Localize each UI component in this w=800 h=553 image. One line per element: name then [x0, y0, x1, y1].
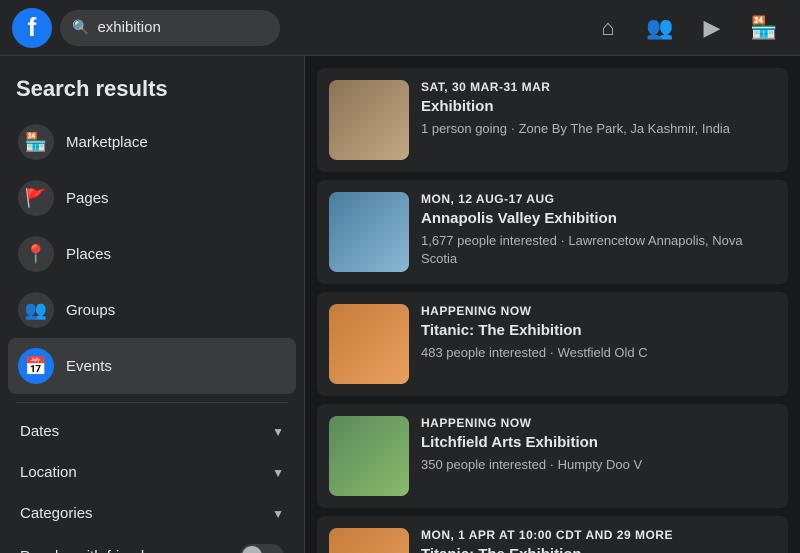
home-nav-button[interactable]: ⌂	[584, 4, 632, 52]
popular-friends-knob	[242, 546, 262, 553]
sidebar-item-label: Events	[66, 358, 112, 375]
top-navigation: f 🔍 ⌂ 👥 ▶ 🏪	[0, 0, 800, 56]
groups-icon: 👥	[18, 292, 54, 328]
sidebar-item-marketplace[interactable]: 🏪 Marketplace	[8, 114, 296, 170]
categories-chevron-icon: ▼	[272, 507, 284, 521]
location-chevron-icon: ▼	[272, 466, 284, 480]
event-card-1[interactable]: SAT, 30 MAR-31 MAR Exhibition 1 person g…	[317, 68, 788, 172]
event-info-2: MON, 12 AUG-17 AUG Annapolis Valley Exhi…	[421, 192, 776, 268]
categories-filter-label: Categories	[20, 505, 93, 522]
dates-chevron-icon: ▼	[272, 425, 284, 439]
sidebar-item-events[interactable]: 📅 Events	[8, 338, 296, 394]
search-input[interactable]	[97, 19, 268, 36]
places-icon: 📍	[18, 236, 54, 272]
search-icon: 🔍	[72, 19, 89, 36]
sidebar-title: Search results	[8, 68, 296, 114]
location-filter[interactable]: Location ▼	[8, 452, 296, 493]
event-date-5: MON, 1 APR AT 10:00 CDT AND 29 MORE	[421, 528, 776, 542]
sidebar-item-pages[interactable]: 🚩 Pages	[8, 170, 296, 226]
popular-friends-toggle[interactable]	[240, 544, 284, 553]
event-title-4: Litchfield Arts Exhibition	[421, 433, 776, 453]
event-card-4[interactable]: HAPPENING NOW Litchfield Arts Exhibition…	[317, 404, 788, 508]
search-bar[interactable]: 🔍	[60, 10, 280, 46]
events-content: SAT, 30 MAR-31 MAR Exhibition 1 person g…	[305, 56, 800, 553]
event-thumbnail-3	[329, 304, 409, 384]
event-card-3[interactable]: HAPPENING NOW Titanic: The Exhibition 48…	[317, 292, 788, 396]
event-title-3: Titanic: The Exhibition	[421, 321, 776, 341]
sidebar-item-label: Marketplace	[66, 134, 148, 151]
event-thumbnail-2	[329, 192, 409, 272]
sidebar: Search results 🏪 Marketplace 🚩 Pages 📍 P…	[0, 56, 305, 553]
main-layout: Search results 🏪 Marketplace 🚩 Pages 📍 P…	[0, 56, 800, 553]
event-meta-3: 483 people interested · Westfield Old C	[421, 344, 776, 362]
sidebar-item-label: Places	[66, 246, 111, 263]
sidebar-item-label: Groups	[66, 302, 115, 319]
location-filter-label: Location	[20, 464, 77, 481]
event-date-1: SAT, 30 MAR-31 MAR	[421, 80, 776, 94]
event-date-2: MON, 12 AUG-17 AUG	[421, 192, 776, 206]
sidebar-divider	[16, 402, 288, 403]
sidebar-item-groups[interactable]: 👥 Groups	[8, 282, 296, 338]
event-meta-4: 350 people interested · Humpty Doo V	[421, 456, 776, 474]
event-info-3: HAPPENING NOW Titanic: The Exhibition 48…	[421, 304, 776, 362]
event-thumbnail-1	[329, 80, 409, 160]
nav-icons-group: ⌂ 👥 ▶ 🏪	[584, 4, 788, 52]
marketplace-icon: 🏪	[18, 124, 54, 160]
event-thumbnail-4	[329, 416, 409, 496]
event-title-1: Exhibition	[421, 97, 776, 117]
event-title-5: Titanic: The Exhibition	[421, 545, 776, 553]
event-meta-2: 1,677 people interested · Lawrencetow An…	[421, 232, 776, 268]
event-thumbnail-5	[329, 528, 409, 553]
facebook-logo[interactable]: f	[12, 8, 52, 48]
event-date-3: HAPPENING NOW	[421, 304, 776, 318]
dates-filter[interactable]: Dates ▼	[8, 411, 296, 452]
event-card-5[interactable]: MON, 1 APR AT 10:00 CDT AND 29 MORE Tita…	[317, 516, 788, 553]
marketplace-nav-button[interactable]: 🏪	[740, 4, 788, 52]
pages-icon: 🚩	[18, 180, 54, 216]
popular-friends-toggle-row: Popular with friends	[8, 534, 296, 553]
sidebar-item-places[interactable]: 📍 Places	[8, 226, 296, 282]
categories-filter[interactable]: Categories ▼	[8, 493, 296, 534]
dates-filter-label: Dates	[20, 423, 59, 440]
friends-nav-button[interactable]: 👥	[636, 4, 684, 52]
event-title-2: Annapolis Valley Exhibition	[421, 209, 776, 229]
events-icon: 📅	[18, 348, 54, 384]
event-info-1: SAT, 30 MAR-31 MAR Exhibition 1 person g…	[421, 80, 776, 138]
watch-nav-button[interactable]: ▶	[688, 4, 736, 52]
event-info-4: HAPPENING NOW Litchfield Arts Exhibition…	[421, 416, 776, 474]
event-card-2[interactable]: MON, 12 AUG-17 AUG Annapolis Valley Exhi…	[317, 180, 788, 284]
event-info-5: MON, 1 APR AT 10:00 CDT AND 29 MORE Tita…	[421, 528, 776, 553]
event-date-4: HAPPENING NOW	[421, 416, 776, 430]
sidebar-item-label: Pages	[66, 190, 109, 207]
event-meta-1: 1 person going · Zone By The Park, Ja Ka…	[421, 120, 776, 138]
popular-friends-label: Popular with friends	[20, 548, 152, 553]
